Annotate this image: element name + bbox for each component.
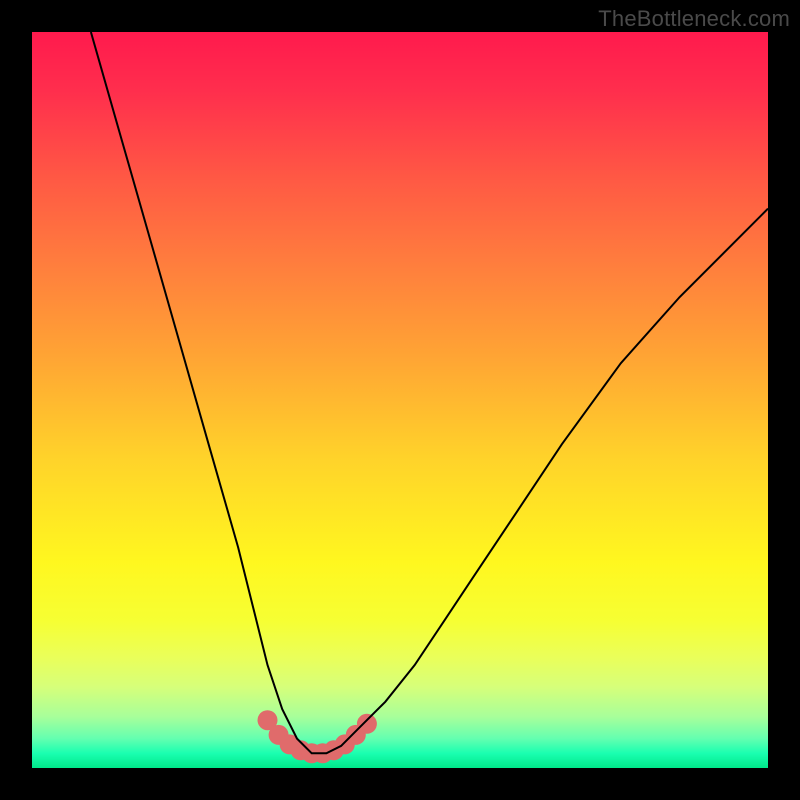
watermark-text: TheBottleneck.com: [598, 6, 790, 32]
curve-svg-layer: [32, 32, 768, 768]
marker-band-group: [258, 710, 377, 763]
plot-area: [32, 32, 768, 768]
chart-frame: TheBottleneck.com: [0, 0, 800, 800]
marker-dot: [357, 714, 377, 734]
bottleneck-curve-path: [91, 32, 768, 753]
